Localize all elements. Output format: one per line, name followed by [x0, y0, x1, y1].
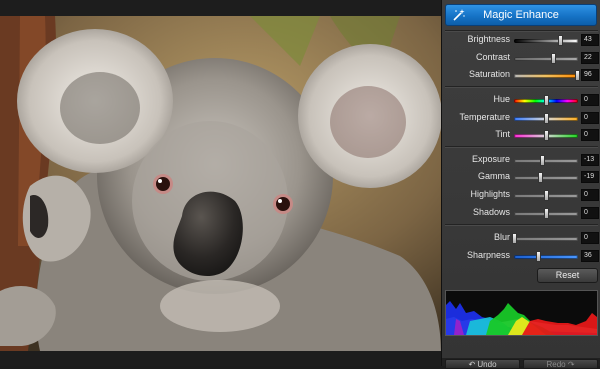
redo-label: Redo — [546, 360, 566, 369]
slider-row-gamma: Gamma -19 — [442, 170, 600, 186]
redo-button[interactable]: Redo ↷ — [523, 359, 598, 369]
contrast-value-field[interactable]: 22 — [581, 52, 599, 64]
undo-arrow-icon: ↶ — [468, 360, 476, 369]
divider — [445, 146, 598, 148]
shadows-slider[interactable] — [514, 208, 578, 219]
slider-row-saturation: Saturation 96 — [442, 68, 600, 84]
highlights-label: Highlights — [470, 189, 510, 199]
reset-button[interactable]: Reset — [537, 268, 598, 283]
tint-slider[interactable] — [514, 130, 578, 141]
highlights-slider-handle[interactable] — [544, 190, 549, 201]
slider-row-highlights: Highlights 0 — [442, 188, 600, 204]
adjustment-panel: Magic Enhance Brightness 43 Contrast 22 Satu… — [441, 0, 600, 369]
blur-slider-handle[interactable] — [512, 233, 517, 244]
saturation-slider[interactable] — [514, 70, 580, 81]
divider — [445, 30, 598, 32]
saturation-slider-handle[interactable] — [574, 70, 580, 81]
brightness-slider[interactable] — [514, 35, 578, 46]
slider-row-shadows: Shadows 0 — [442, 206, 600, 222]
tint-slider-handle[interactable] — [544, 130, 549, 141]
gamma-slider-handle[interactable] — [537, 172, 543, 183]
blur-slider[interactable] — [512, 233, 578, 244]
hue-slider[interactable] — [514, 95, 578, 106]
gamma-slider[interactable] — [514, 172, 578, 183]
brightness-value-field[interactable]: 43 — [581, 34, 599, 46]
canvas-bottom-bar — [0, 351, 441, 366]
magic-enhance-label: Magic Enhance — [483, 9, 559, 21]
undo-button[interactable]: ↶ Undo — [445, 359, 520, 369]
sharpness-slider-handle[interactable] — [536, 251, 542, 262]
sharpness-label: Sharpness — [466, 250, 510, 260]
koala-photo[interactable] — [0, 16, 441, 351]
slider-row-sharpness: Sharpness 36 — [442, 249, 600, 265]
highlights-value-field[interactable]: 0 — [581, 189, 599, 201]
saturation-value-field[interactable]: 96 — [581, 69, 599, 81]
sharpness-value-field[interactable]: 36 — [581, 250, 599, 262]
highlights-slider[interactable] — [514, 190, 578, 201]
slider-row-exposure: Exposure -13 — [442, 153, 600, 169]
hue-label: Hue — [493, 94, 510, 104]
redo-arrow-icon: ↷ — [567, 360, 575, 369]
tint-label: Tint — [495, 129, 510, 139]
exposure-slider[interactable] — [514, 155, 578, 166]
contrast-slider-handle[interactable] — [551, 53, 557, 64]
temperature-slider-handle[interactable] — [544, 113, 549, 124]
shadows-label: Shadows — [472, 207, 510, 217]
temperature-slider[interactable] — [514, 113, 578, 124]
temperature-value-field[interactable]: 0 — [581, 112, 599, 124]
saturation-label: Saturation — [468, 69, 510, 79]
histogram-graph — [446, 301, 597, 335]
magic-wand-icon — [453, 9, 465, 21]
shadows-slider-handle[interactable] — [544, 208, 549, 219]
undo-label: Undo — [477, 360, 497, 369]
photo-canvas[interactable] — [0, 0, 441, 366]
magic-enhance-button[interactable]: Magic Enhance — [445, 4, 597, 26]
canvas-top-bar — [0, 0, 441, 16]
koala-image — [0, 16, 441, 351]
brightness-label: Brightness — [467, 34, 510, 44]
contrast-slider[interactable] — [514, 53, 578, 64]
slider-row-brightness: Brightness 43 — [442, 33, 600, 49]
tint-value-field[interactable]: 0 — [581, 129, 599, 141]
slider-row-tint: Tint 0 — [442, 128, 600, 144]
temperature-label: Temperature — [459, 112, 510, 122]
gamma-label: Gamma — [477, 171, 510, 181]
divider — [445, 86, 598, 88]
histogram — [445, 290, 598, 336]
brightness-slider-handle[interactable] — [558, 35, 564, 46]
exposure-value-field[interactable]: -13 — [581, 154, 599, 166]
divider — [445, 224, 598, 226]
gamma-value-field[interactable]: -19 — [581, 171, 599, 183]
blur-value-field[interactable]: 0 — [581, 232, 599, 244]
slider-row-hue: Hue 0 — [442, 93, 600, 109]
blur-label: Blur — [493, 232, 510, 242]
slider-row-contrast: Contrast 22 — [442, 51, 600, 67]
sharpness-slider[interactable] — [514, 251, 578, 262]
hue-value-field[interactable]: 0 — [581, 94, 599, 106]
shadows-value-field[interactable]: 0 — [581, 207, 599, 219]
contrast-label: Contrast — [475, 52, 510, 62]
hue-slider-handle[interactable] — [544, 95, 549, 106]
exposure-slider-handle[interactable] — [539, 155, 545, 166]
slider-row-blur: Blur 0 — [442, 231, 600, 247]
slider-row-temperature: Temperature 0 — [442, 111, 600, 127]
exposure-label: Exposure — [471, 154, 510, 164]
